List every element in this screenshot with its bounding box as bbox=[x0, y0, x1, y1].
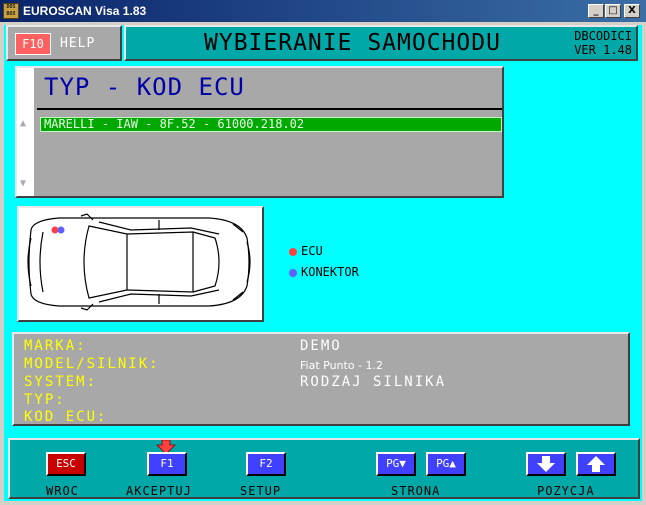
legend-connector-label: KONEKTOR bbox=[301, 265, 359, 279]
db-version: DBCODICI VER 1.48 bbox=[574, 29, 632, 57]
f10-key-button[interactable]: F10 bbox=[15, 33, 51, 55]
esc-button[interactable]: ESC bbox=[46, 452, 86, 476]
car-diagram-panel bbox=[17, 206, 264, 322]
system-value: RODZAJ SILNIKA bbox=[300, 374, 447, 390]
help-panel: F10 HELP bbox=[6, 25, 122, 61]
list-scrollbar[interactable]: ▲ ▼ bbox=[17, 68, 34, 196]
arrow-down-icon[interactable]: ▼ bbox=[20, 178, 26, 189]
app-icon[interactable]: DOS BOX bbox=[3, 3, 19, 19]
help-label[interactable]: HELP bbox=[60, 36, 95, 51]
connector-marker bbox=[57, 226, 65, 234]
typ-label: TYP: bbox=[24, 392, 66, 408]
list-title: TYP - KOD ECU bbox=[44, 73, 245, 101]
page-title: WYBIERANIE SAMOCHODU bbox=[204, 30, 501, 56]
esc-caption: WROC bbox=[46, 484, 79, 498]
db-name: DBCODICI bbox=[574, 29, 632, 43]
kod-ecu-label: KOD ECU: bbox=[24, 409, 108, 425]
marka-value: DEMO bbox=[300, 338, 342, 354]
list-item[interactable]: MARELLI - IAW - 8F.52 - 61000.218.02 bbox=[40, 117, 502, 132]
legend-ecu: ECU bbox=[289, 244, 323, 258]
db-version-text: VER 1.48 bbox=[574, 43, 632, 57]
legend-connector: KONEKTOR bbox=[289, 265, 359, 279]
maximize-button[interactable]: □ bbox=[605, 4, 621, 18]
car-top-view-diagram bbox=[27, 213, 251, 311]
minimize-button[interactable]: _ bbox=[588, 4, 604, 18]
system-label: SYSTEM: bbox=[24, 374, 98, 390]
page-up-button[interactable]: PG▲ bbox=[426, 452, 466, 476]
ecu-list-panel: ▲ ▼ TYP - KOD ECU MARELLI - IAW - 8F.52 … bbox=[15, 66, 504, 198]
connector-dot-icon bbox=[289, 268, 297, 277]
position-down-button[interactable] bbox=[526, 452, 566, 476]
vehicle-info-panel: MARKA: DEMO MODEL/SILNIK: Fiat Punto - 1… bbox=[12, 332, 630, 426]
page-down-button[interactable]: PG▼ bbox=[376, 452, 416, 476]
ecu-dot-icon bbox=[289, 247, 297, 256]
ecu-marker bbox=[51, 226, 59, 234]
legend-ecu-label: ECU bbox=[301, 244, 323, 258]
list-divider bbox=[37, 108, 502, 110]
f1-accept-button[interactable]: F1 bbox=[147, 452, 187, 476]
header-panel: WYBIERANIE SAMOCHODU DBCODICI VER 1.48 bbox=[124, 25, 638, 61]
function-key-bar: ESC WROC F1 AKCEPTUJ F2 SETUP PG▼ PG▲ ST… bbox=[8, 438, 640, 499]
arrow-up-icon[interactable]: ▲ bbox=[20, 118, 26, 129]
marka-label: MARKA: bbox=[24, 338, 87, 354]
pozycja-caption: POZYCJA bbox=[537, 484, 595, 498]
close-button[interactable]: X bbox=[624, 4, 640, 18]
model-label: MODEL/SILNIK: bbox=[24, 356, 160, 372]
strona-caption: STRONA bbox=[391, 484, 441, 498]
window-titlebar[interactable]: DOS BOX EUROSCAN Visa 1.83 _ □ X bbox=[0, 0, 646, 22]
window-title: EUROSCAN Visa 1.83 bbox=[23, 4, 147, 18]
f2-caption: SETUP bbox=[240, 484, 282, 498]
arrow-up-icon bbox=[587, 456, 605, 472]
model-value: Fiat Punto - 1.2 bbox=[300, 359, 384, 372]
app-client-area: F10 HELP WYBIERANIE SAMOCHODU DBCODICI V… bbox=[4, 25, 642, 501]
f1-caption: AKCEPTUJ bbox=[126, 484, 192, 498]
arrow-down-icon bbox=[537, 456, 555, 472]
f2-setup-button[interactable]: F2 bbox=[246, 452, 286, 476]
position-up-button[interactable] bbox=[576, 452, 616, 476]
